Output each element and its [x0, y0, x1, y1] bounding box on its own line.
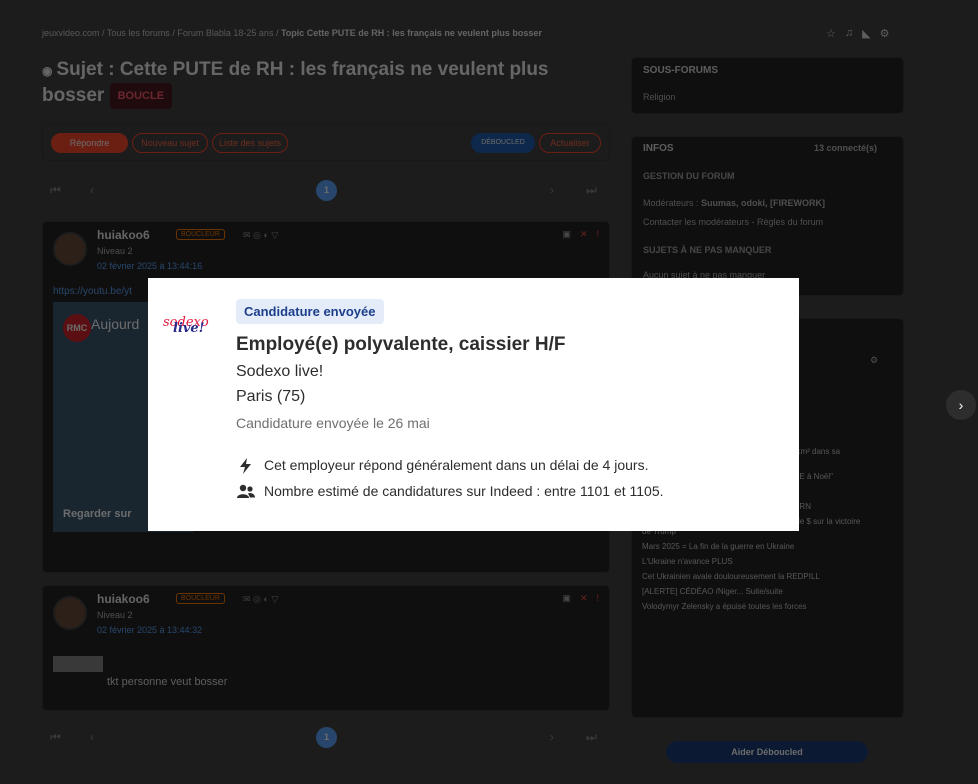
help-deboucled-button[interactable]: Aider Déboucled [666, 741, 868, 763]
subforums-box: SOUS-FORUMS Religion [631, 57, 904, 114]
page-title: ◉ Sujet : Cette PUTE de RH : les français… [42, 58, 562, 109]
response-time-info: Cet employeur répond généralement dans u… [264, 457, 649, 473]
pagination-top: ⏮ ‹ 1 › ⏭ [42, 174, 610, 208]
post-tools: ▣ ✕ ! [562, 229, 599, 240]
topic-list-button[interactable]: Liste des sujets [212, 133, 288, 153]
quote-icon[interactable]: ▣ [562, 229, 571, 240]
logo-text-2: live! [173, 321, 205, 336]
post-date[interactable]: 02 février 2025 à 13:44:16 [97, 261, 202, 271]
bell-icon[interactable]: ♫ [845, 27, 853, 40]
application-card-modal: sodexo live! Candidature envoyée Employé… [148, 278, 799, 531]
subforums-title: SOUS-FORUMS [643, 65, 718, 76]
subforum-item[interactable]: Religion [643, 92, 676, 102]
post-text: tkt personne veut bosser [107, 676, 228, 688]
boucleur-badge: BOUCLEUR [176, 593, 225, 604]
moderators-prefix: Modérateurs : [643, 198, 702, 208]
new-topic-button[interactable]: Nouveau sujet [132, 133, 208, 153]
topic-link[interactable]: Mars 2025 = La fin de la guerre en Ukrai… [642, 542, 862, 552]
post-author[interactable]: huiakoo6 [97, 228, 150, 242]
post-2: huiakoo6 BOUCLEUR ✉ ◎ ◐ ▽ Niveau 2 02 fé… [42, 585, 610, 711]
topic-toolbar: Répondre Nouveau sujet Liste des sujets … [42, 123, 610, 161]
page-number[interactable]: 1 [316, 727, 337, 748]
breadcrumb[interactable]: jeuxvideo.com / Tous les forums / Forum … [42, 28, 542, 38]
author-actions-icon[interactable]: ✉ ◎ ◐ ▽ [243, 230, 278, 241]
sodexo-logo: sodexo live! [163, 315, 211, 339]
topic-link[interactable]: [ALERTE] CÉDÉAO /Niger... Suite/suite [642, 587, 862, 597]
breadcrumb-path[interactable]: jeuxvideo.com / Tous les forums / Forum … [42, 28, 281, 38]
prev-page-icon[interactable]: ‹ [90, 183, 94, 197]
people-icon [237, 484, 255, 498]
infos-box: INFOS 13 connecté(s) GESTION DU FORUM Mo… [631, 136, 904, 296]
delete-icon[interactable]: ✕ [580, 593, 588, 604]
pagination-bottom: ⏮ ‹ 1 › ⏭ [42, 721, 610, 755]
author-actions-icon[interactable]: ✉ ◎ ◐ ▽ [243, 594, 278, 605]
job-title[interactable]: Employé(e) polyvalente, caissier H/F [236, 334, 565, 356]
sticker-image [53, 656, 103, 672]
last-page-icon[interactable]: ⏭ [586, 730, 597, 745]
eye-icon: ◉ [42, 64, 53, 78]
avatar[interactable] [53, 596, 87, 630]
deboucled-button[interactable]: DÉBOUCLED [471, 133, 535, 153]
prev-page-icon[interactable]: ‹ [90, 730, 94, 744]
settings-icon[interactable]: ⚙ [870, 355, 878, 366]
post-tools: ▣ ✕ ! [562, 593, 599, 604]
chevron-right-icon[interactable]: › [946, 390, 976, 420]
page-number[interactable]: 1 [316, 180, 337, 201]
report-icon[interactable]: ! [596, 229, 599, 240]
infos-title: INFOS [643, 143, 674, 154]
lightning-icon [240, 458, 251, 474]
avatar[interactable] [53, 232, 87, 266]
boucle-badge: BOUCLE [109, 83, 173, 109]
job-location: Paris (75) [236, 388, 306, 405]
report-icon[interactable]: ! [596, 593, 599, 604]
connected-count[interactable]: 13 connecté(s) [814, 143, 877, 153]
top-icons: ☆ ♫ ◣ ⚙ [826, 27, 889, 40]
first-page-icon[interactable]: ⏮ [50, 183, 61, 198]
topic-link[interactable]: Cet Ukrainien avale douloureusement la R… [642, 572, 862, 582]
topic-link[interactable]: Volodymyr Zelensky a épuisé toutes les f… [642, 602, 862, 612]
first-page-icon[interactable]: ⏮ [50, 730, 61, 745]
application-date: Candidature envoyée le 26 mai [236, 415, 430, 431]
star-icon[interactable]: ☆ [826, 27, 836, 40]
post-link[interactable]: https://youtu.be/yt [53, 286, 132, 297]
next-page-icon[interactable]: › [550, 730, 554, 744]
post-date[interactable]: 02 février 2025 à 13:44:32 [97, 625, 202, 635]
topic-link[interactable]: L'Ukraine n'avance PLUS [642, 557, 862, 567]
manage-title: GESTION DU FORUM [643, 171, 735, 181]
quote-icon[interactable]: ▣ [562, 593, 571, 604]
topic-prefix: Sujet : [56, 59, 120, 80]
post-author[interactable]: huiakoo6 [97, 592, 150, 606]
last-page-icon[interactable]: ⏭ [586, 183, 597, 198]
moderators-list[interactable]: Suumas, odoki, [FIREWORK] [701, 198, 825, 208]
channel-logo: RMC [63, 314, 91, 342]
contact-moderators-link[interactable]: Contacter les modérateurs - Règles du fo… [643, 217, 823, 227]
next-page-icon[interactable]: › [550, 183, 554, 197]
boucleur-badge: BOUCLEUR [176, 229, 225, 240]
author-level: Niveau 2 [97, 610, 133, 620]
rss-icon[interactable]: ◣ [862, 27, 870, 40]
breadcrumb-current: Topic Cette PUTE de RH : les français ne… [280, 28, 542, 38]
video-title: Aujourd [91, 316, 140, 332]
application-status-badge: Candidature envoyée [236, 299, 384, 324]
applicants-count-info: Nombre estimé de candidatures sur Indeed… [264, 483, 664, 499]
reply-button[interactable]: Répondre [51, 133, 128, 153]
must-read-title: SUJETS À NE PAS MANQUER [643, 245, 772, 255]
gear-icon[interactable]: ⚙ [880, 27, 890, 40]
author-level: Niveau 2 [97, 246, 133, 256]
delete-icon[interactable]: ✕ [580, 229, 588, 240]
refresh-button[interactable]: Actualiser [539, 133, 601, 153]
moderators-label: Modérateurs : Suumas, odoki, [FIREWORK] [643, 198, 825, 208]
watch-on-youtube[interactable]: Regarder sur [63, 508, 131, 520]
company-name: Sodexo live! [236, 363, 324, 380]
